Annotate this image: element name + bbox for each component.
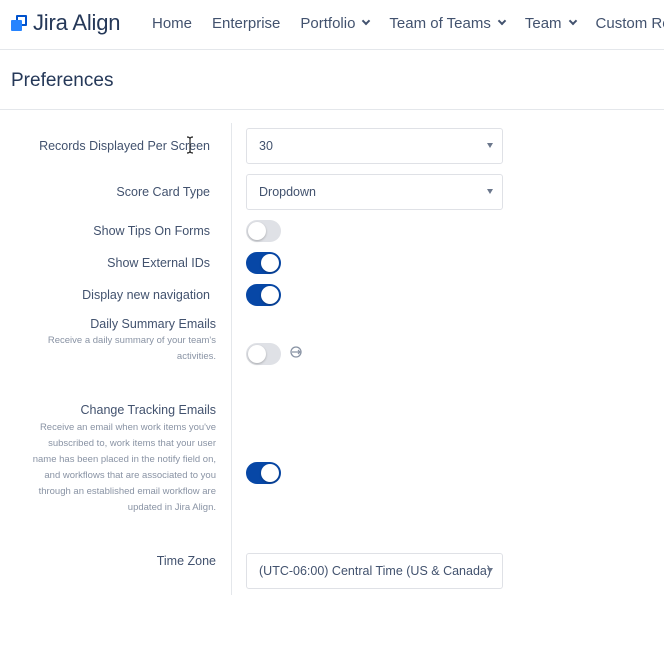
nav-team-of-teams[interactable]: Team of Teams bbox=[389, 15, 507, 32]
new-navigation-label: Display new navigation bbox=[82, 288, 210, 302]
new-navigation-toggle[interactable] bbox=[246, 284, 281, 306]
show-external-ids-label: Show External IDs bbox=[107, 256, 210, 270]
main-nav: Home Enterprise Portfolio Team of Teams … bbox=[152, 0, 664, 46]
time-zone-label: Time Zone bbox=[156, 554, 216, 568]
change-tracking-label: Change Tracking Emails bbox=[80, 403, 216, 417]
nav-home[interactable]: Home bbox=[152, 15, 192, 32]
nav-team[interactable]: Team bbox=[525, 15, 577, 32]
caret-down-icon bbox=[487, 143, 493, 148]
show-external-ids-toggle[interactable] bbox=[246, 252, 281, 274]
score-card-type-select[interactable]: Dropdown bbox=[246, 174, 503, 210]
logo-text: Jira Align bbox=[33, 10, 121, 35]
time-zone-select[interactable]: (UTC-06:00) Central Time (US & Canada) bbox=[246, 553, 503, 589]
chevron-down-icon bbox=[497, 16, 507, 26]
jira-align-logo-icon bbox=[11, 15, 27, 31]
chevron-down-icon bbox=[568, 16, 577, 26]
show-tips-label: Show Tips On Forms bbox=[93, 224, 210, 238]
nav-enterprise[interactable]: Enterprise bbox=[212, 15, 280, 32]
score-card-type-label: Score Card Type bbox=[116, 185, 210, 199]
page-title: Preferences bbox=[11, 70, 114, 91]
daily-summary-label: Daily Summary Emails bbox=[90, 317, 216, 331]
records-per-screen-value: 30 bbox=[259, 139, 273, 153]
nav-portfolio[interactable]: Portfolio bbox=[300, 15, 371, 32]
records-per-screen-select[interactable]: 30 bbox=[246, 128, 503, 164]
text-cursor-icon bbox=[186, 136, 194, 154]
chevron-down-icon bbox=[362, 16, 371, 26]
change-tracking-description: Receive an email when work items you've … bbox=[32, 422, 216, 513]
jira-align-logo[interactable]: Jira Align bbox=[11, 10, 121, 35]
score-card-type-value: Dropdown bbox=[259, 185, 316, 199]
page-header: Preferences bbox=[0, 50, 664, 110]
show-tips-toggle[interactable] bbox=[246, 220, 281, 242]
sync-icon[interactable] bbox=[289, 345, 303, 359]
caret-down-icon bbox=[487, 189, 493, 194]
caret-down-icon bbox=[487, 568, 493, 573]
nav-custom-room[interactable]: Custom Roo bbox=[596, 15, 664, 32]
daily-summary-description: Receive a daily summary of your team's a… bbox=[47, 335, 216, 362]
time-zone-value: (UTC-06:00) Central Time (US & Canada) bbox=[259, 564, 492, 578]
form-divider bbox=[231, 123, 232, 595]
top-navigation-bar: Jira Align Home Enterprise Portfolio Tea… bbox=[0, 0, 664, 50]
daily-summary-toggle[interactable] bbox=[246, 343, 281, 365]
change-tracking-toggle[interactable] bbox=[246, 462, 281, 484]
